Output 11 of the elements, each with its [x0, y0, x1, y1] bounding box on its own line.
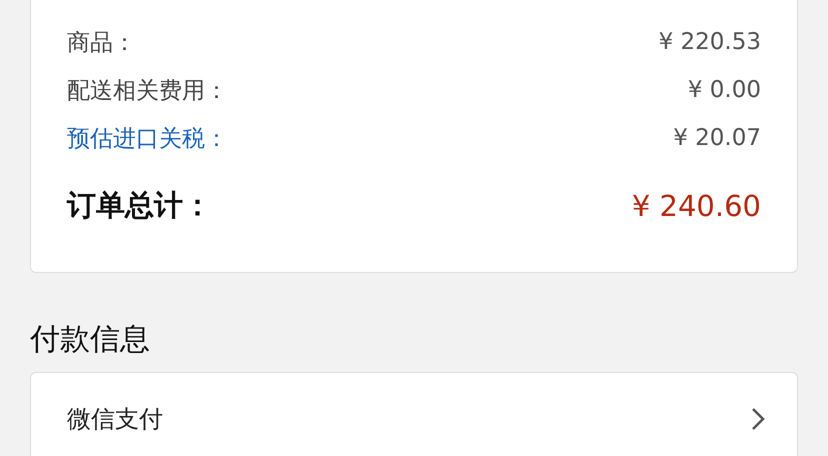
row-value: ¥ 20.07 [673, 125, 761, 151]
row-label: 商品： [67, 28, 136, 58]
tax-link[interactable]: 预估进口关税： [67, 122, 228, 154]
total-label: 订单总计： [67, 187, 212, 224]
row-label: 配送相关费用： [67, 76, 228, 106]
section-heading: 付款信息 [29, 321, 151, 359]
row-value: ¥ 0.00 [688, 77, 761, 103]
payment-method-button[interactable]: 微信支付 [30, 372, 798, 456]
chevron-icon [751, 407, 765, 431]
row-value: ¥ 220.53 [658, 29, 761, 55]
total-value: ¥ 240.60 [632, 189, 761, 223]
